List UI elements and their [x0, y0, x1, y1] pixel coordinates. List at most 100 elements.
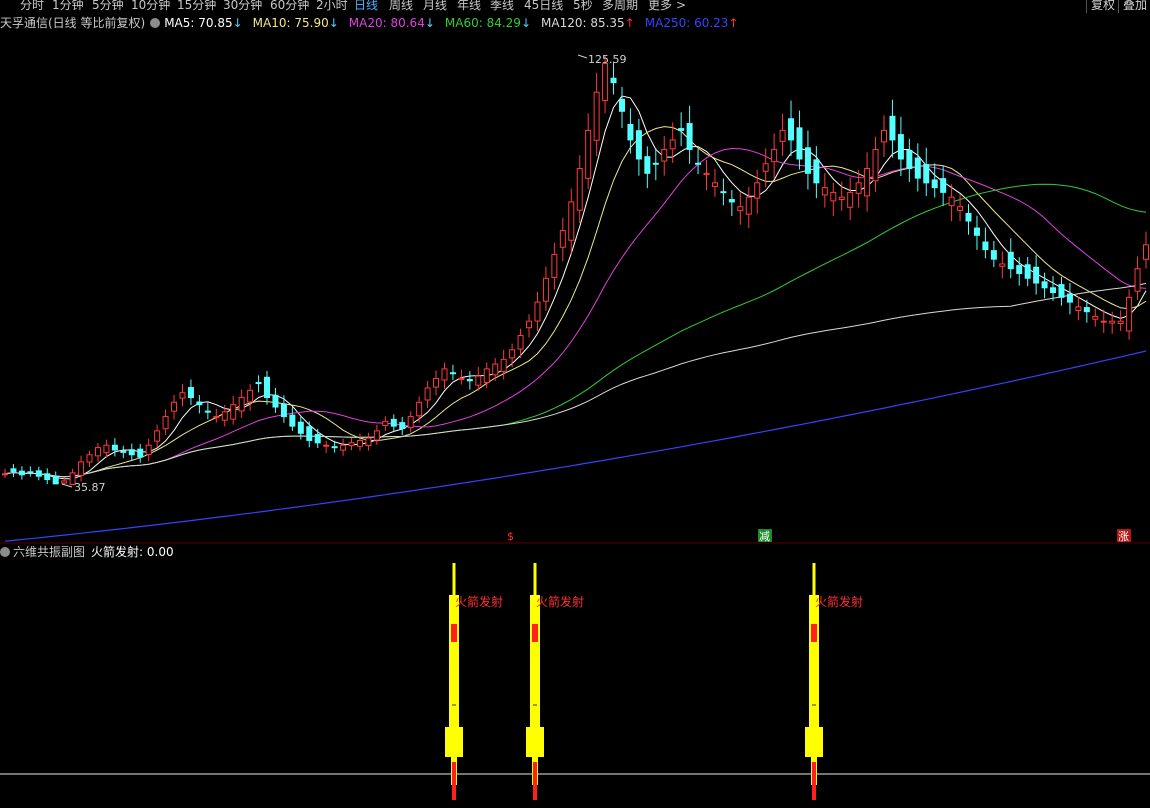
signal-marker-dollar: $ [507, 530, 514, 543]
candle-body [576, 168, 583, 211]
rocket-flame [452, 762, 456, 800]
candle-body [500, 358, 507, 372]
candle-body [86, 454, 93, 463]
candle-body [365, 437, 372, 446]
candle-body [999, 263, 1006, 267]
candle-body [179, 392, 186, 399]
candle-body [78, 461, 85, 476]
candle-body [644, 156, 651, 174]
candle-body [923, 164, 930, 184]
candle-body [931, 179, 938, 189]
candle-body [872, 148, 879, 182]
rocket-fins [805, 727, 823, 757]
kline-chart[interactable]: 125.59 35.87 $ 减 涨 火箭发射 火箭发射 火箭发射 [0, 0, 1150, 808]
candle-body [652, 162, 659, 165]
rocket-body [530, 595, 540, 730]
candle-body [306, 426, 313, 441]
candle-body [830, 191, 837, 202]
candle-body [965, 212, 972, 222]
candle-body [813, 159, 820, 184]
candle-body [559, 230, 566, 248]
candle-body [255, 382, 262, 385]
candle-body [103, 444, 110, 454]
candle-body [610, 77, 617, 84]
sub-toggle-circle-icon[interactable] [0, 547, 10, 557]
candle-body [27, 471, 34, 474]
candle-body [52, 475, 59, 485]
candle-body [162, 416, 169, 430]
candle-body [957, 206, 964, 211]
candle-body [18, 470, 25, 476]
rocket-window [532, 624, 538, 642]
candle-body [111, 444, 118, 451]
ma5-line [4, 95, 1147, 480]
candle-body [416, 401, 423, 417]
candle-body [1041, 281, 1048, 289]
candle-body [187, 387, 194, 399]
candle-body [247, 389, 254, 403]
candle-body [356, 439, 363, 447]
ma120-line [4, 282, 1147, 478]
rocket-body [449, 595, 459, 730]
candle-body [373, 430, 380, 441]
rocket-signal-3: 火箭发射 [805, 563, 863, 800]
candle-body [847, 191, 854, 208]
candle-body [128, 449, 135, 456]
rocket-indicator-value: 火箭发射: 0.00 [91, 545, 174, 559]
candle-body [196, 401, 203, 406]
candle-body [745, 196, 752, 215]
candle-body [1066, 293, 1073, 303]
candle-body [695, 162, 702, 165]
candle-body [509, 349, 516, 359]
rocket-window [811, 624, 817, 642]
candle-body [213, 416, 220, 419]
rocket-label: 火箭发射 [536, 594, 584, 609]
candle-body [593, 91, 600, 141]
candle-body [914, 157, 921, 179]
candle-body [204, 410, 211, 413]
sub-panel-title: 六维共振副图 [13, 545, 86, 559]
rocket-label: 火箭发射 [455, 594, 503, 609]
ma10-line [4, 126, 1147, 478]
candle-body [542, 277, 549, 302]
candle-body [221, 411, 228, 421]
candle-body [382, 420, 389, 427]
candle-body [1050, 287, 1057, 294]
candle-body [449, 372, 456, 375]
candle-body [314, 434, 321, 444]
rocket-signal-2: 火箭发射 [526, 563, 584, 800]
candle-body [297, 421, 304, 434]
candle-body [238, 397, 245, 412]
candle-body [10, 468, 17, 472]
candle-body [230, 404, 237, 420]
candle-body [1016, 265, 1023, 274]
candle-body [94, 447, 101, 457]
candle-body [779, 129, 786, 142]
candle-body [990, 250, 997, 260]
candle-body [627, 123, 634, 141]
candle-body [171, 401, 178, 412]
candle-body [517, 334, 524, 350]
candle-body [720, 191, 727, 194]
candle-body [551, 253, 558, 278]
ma250-line [4, 350, 1147, 542]
candle-body [568, 201, 575, 241]
candle-body [754, 182, 761, 199]
candle-body [804, 147, 811, 174]
candle-body [1134, 268, 1141, 292]
candle-body [771, 148, 778, 163]
candle-body [399, 422, 406, 430]
rocket-flame [533, 762, 537, 800]
candle-body [788, 118, 795, 141]
candle-body [1143, 244, 1149, 260]
rocket-fins [526, 727, 544, 757]
candle-body [1109, 320, 1116, 324]
candle-body [1075, 306, 1082, 311]
rocket-fins [445, 727, 463, 757]
candle-body [44, 473, 51, 481]
candle-body [796, 127, 803, 160]
rocket-window [451, 624, 457, 642]
candle-body [669, 139, 676, 150]
candle-body [340, 444, 347, 451]
signal-marker-dollar-text: $ [507, 530, 514, 543]
